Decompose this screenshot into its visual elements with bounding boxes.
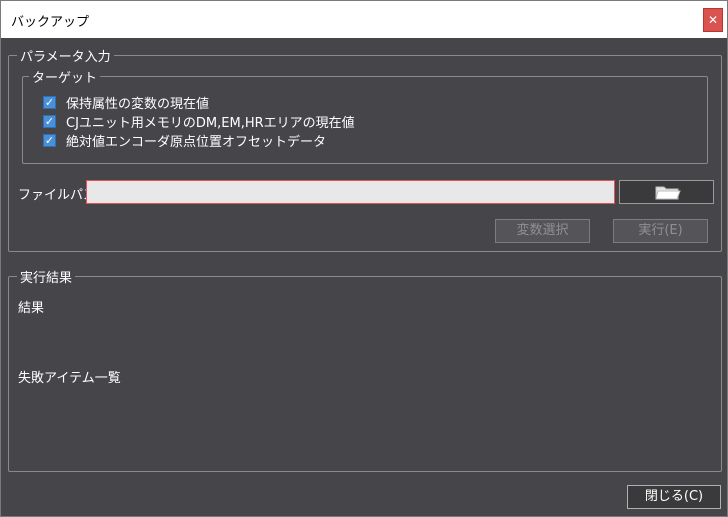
backup-dialog: バックアップ ✕ パラメータ入力 ターゲット ✓ 保持属性の変数の現在値 ✓ C… (0, 0, 728, 517)
target-option-label: 絶対値エンコーダ原点位置オフセットデータ (66, 134, 327, 150)
close-button[interactable]: 閉じる(C) (627, 485, 721, 509)
window-close-button[interactable]: ✕ (703, 8, 723, 32)
target-group: ターゲット ✓ 保持属性の変数の現在値 ✓ CJユニット用メモリのDM,EM,H… (22, 67, 708, 164)
target-option-label: 保持属性の変数の現在値 (66, 96, 210, 112)
target-option-label: CJユニット用メモリのDM,EM,HRエリアの現在値 (66, 115, 355, 131)
target-option-encoder-offset[interactable]: ✓ 絶対値エンコーダ原点位置オフセットデータ (43, 131, 327, 150)
checkbox-checked-icon[interactable]: ✓ (43, 133, 56, 147)
target-option-cj-unit-memory[interactable]: ✓ CJユニット用メモリのDM,EM,HRエリアの現在値 (43, 112, 355, 131)
result-label: 結果 (18, 301, 45, 316)
execute-button[interactable]: 実行(E) (613, 219, 708, 243)
close-icon: ✕ (707, 13, 719, 27)
file-path-label: ファイルパス (18, 188, 97, 203)
select-variables-button[interactable]: 変数選択 (495, 219, 590, 243)
browse-folder-button[interactable] (619, 180, 714, 204)
checkbox-checked-icon[interactable]: ✓ (43, 95, 56, 109)
execution-result-group: 実行結果 結果 失敗アイテム一覧 (8, 267, 722, 472)
file-path-input[interactable] (86, 180, 615, 204)
failed-items-label: 失敗アイテム一覧 (18, 371, 121, 386)
checkbox-checked-icon[interactable]: ✓ (43, 114, 56, 128)
folder-icon (655, 186, 681, 200)
execution-result-legend: 実行結果 (17, 267, 76, 286)
target-legend: ターゲット (29, 67, 101, 86)
parameter-input-group: パラメータ入力 ターゲット ✓ 保持属性の変数の現在値 ✓ CJユニット用メモリ… (8, 46, 722, 252)
window-title: バックアップ (11, 15, 90, 30)
target-option-retained-variables[interactable]: ✓ 保持属性の変数の現在値 (43, 93, 210, 112)
parameter-input-legend: パラメータ入力 (17, 46, 114, 65)
title-bar: バックアップ ✕ (1, 1, 727, 38)
